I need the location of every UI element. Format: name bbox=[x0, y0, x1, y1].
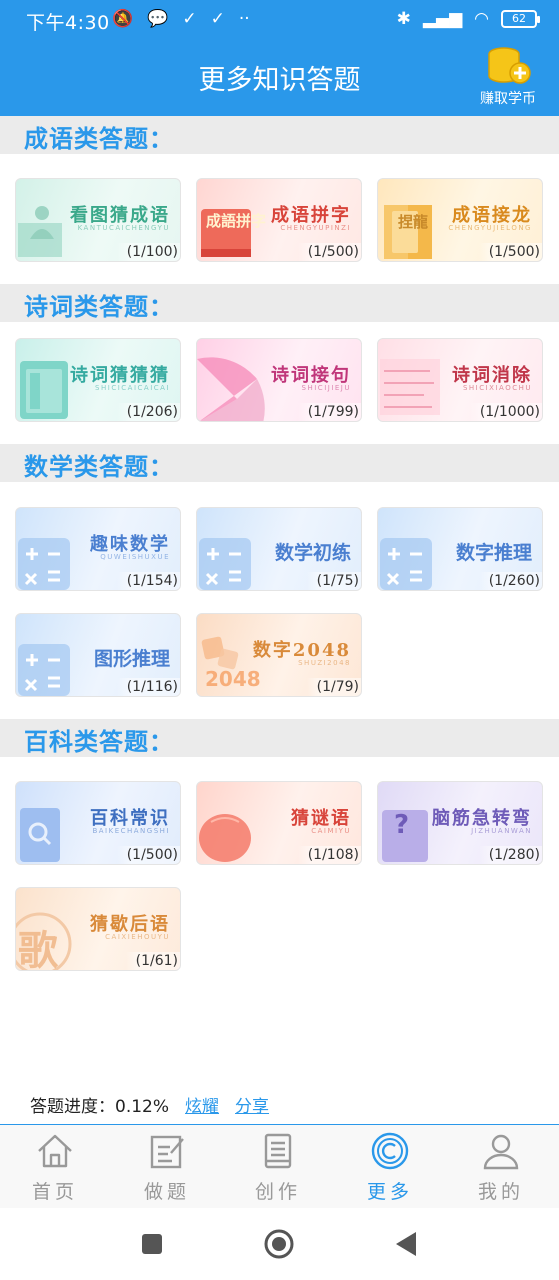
quiz-card-shuzi-tuili[interactable]: 数字推理 (1/260) bbox=[377, 507, 543, 591]
section-title: 成语类答题： bbox=[24, 125, 174, 153]
coin-stack-icon bbox=[488, 47, 531, 84]
more-icon bbox=[371, 1132, 409, 1170]
card-progress-count: (1/154) bbox=[116, 572, 180, 590]
card-progress-count: (1/500) bbox=[297, 243, 361, 261]
more-dots-icon: ·· bbox=[238, 9, 250, 29]
quiz-card-cai-xiehouyu[interactable]: 歌 猜歇后语 CAIXIEHOUYU (1/61) bbox=[15, 887, 181, 971]
quiz-card-shuzi-2048[interactable]: 2048 数字2048 SHUZI2048 (1/79) bbox=[196, 613, 362, 697]
card-subtitle: SHUZI2048 bbox=[298, 659, 351, 667]
card-title: 图形推理 bbox=[93, 648, 170, 670]
section-title: 数学类答题： bbox=[24, 453, 174, 481]
tab-label: 我的 bbox=[477, 1181, 524, 1203]
quiz-card-naojin-jizhuanwan[interactable]: ? 脑筋急转弯 JIZHUANWAN (1/280) bbox=[377, 781, 543, 865]
document-icon bbox=[264, 1133, 292, 1169]
answer-progress: 答题进度：0.12% 炫耀 分享 bbox=[30, 1092, 269, 1117]
edit-icon bbox=[150, 1135, 184, 1169]
chat-icon: 💬 bbox=[147, 9, 169, 29]
card-title: 数学初练 bbox=[274, 542, 351, 564]
quiz-card-quwei-shuxue[interactable]: 趣味数学 QUWEISHUXUE (1/154) bbox=[15, 507, 181, 591]
tab-mine[interactable]: 我的 bbox=[456, 1131, 546, 1204]
section-header-poetry: 诗词类答题： bbox=[0, 284, 559, 322]
card-progress-count: (1/260) bbox=[478, 572, 542, 590]
quiz-card-caimiyu[interactable]: 猜谜语 CAIMIYU (1/108) bbox=[196, 781, 362, 865]
card-art-text: 歌 bbox=[18, 927, 58, 971]
question-mark-icon: ? bbox=[394, 810, 410, 840]
status-bar: 下午4:30 🔕 💬 ✓ ✓ ·· ✱ ▂▄▆ ◠ 62 bbox=[0, 0, 559, 44]
quiz-card-shici-xiaochu[interactable]: 诗词消除 SHICIXIAOCHU (1/1000) bbox=[377, 338, 543, 422]
card-subtitle: CHENGYUPINZI bbox=[280, 224, 351, 232]
quiz-card-jielong[interactable]: 捏龍 成语接龙 CHENGYUJIELONG (1/500) bbox=[377, 178, 543, 262]
card-title: 数字推理 bbox=[455, 542, 532, 564]
card-progress-count: (1/75) bbox=[306, 572, 361, 590]
home-icon bbox=[38, 1134, 72, 1168]
section-title: 百科类答题： bbox=[24, 728, 174, 756]
show-off-link[interactable]: 炫耀 bbox=[185, 1092, 219, 1117]
card-progress-count: (1/206) bbox=[116, 403, 180, 421]
card-progress-count: (1/500) bbox=[116, 846, 180, 864]
top-bar: 下午4:30 🔕 💬 ✓ ✓ ·· ✱ ▂▄▆ ◠ 62 更多知识答题 赚取学币 bbox=[0, 0, 559, 116]
card-progress-count: (1/79) bbox=[306, 678, 361, 696]
card-progress-count: (1/108) bbox=[297, 846, 361, 864]
card-progress-count: (1/799) bbox=[297, 403, 361, 421]
card-subtitle: SHICICAICAICAI bbox=[95, 384, 170, 392]
status-time: 下午4:30 bbox=[26, 12, 110, 34]
battery-icon: 62 bbox=[501, 10, 540, 28]
quiz-card-shici-caicai[interactable]: 诗词猜猜猜 SHICICAICAICAI (1/206) bbox=[15, 338, 181, 422]
tab-practice[interactable]: 做题 bbox=[122, 1131, 212, 1204]
card-subtitle: CAIMIYU bbox=[311, 827, 351, 835]
quiz-card-baike-changshi[interactable]: 百科常识 BAIKECHANGSHI (1/500) bbox=[15, 781, 181, 865]
quiz-card-tuxing-tuili[interactable]: 图形推理 (1/116) bbox=[15, 613, 181, 697]
section-header-math: 数学类答题： bbox=[0, 444, 559, 482]
quiz-card-shuxue-chulian[interactable]: 数学初练 (1/75) bbox=[196, 507, 362, 591]
card-subtitle: JIZHUANWAN bbox=[471, 827, 532, 835]
card-subtitle: CHENGYUJIELONG bbox=[448, 224, 532, 232]
section-header-idiom: 成语类答题： bbox=[0, 116, 559, 154]
quiz-card-shici-jieju[interactable]: 诗词接句 SHICIJIEJU (1/799) bbox=[196, 338, 362, 422]
card-art-text: 成語拼字 bbox=[206, 212, 267, 230]
bluetooth-icon: ✱ bbox=[396, 9, 411, 29]
card-progress-count: (1/280) bbox=[478, 846, 542, 864]
card-subtitle: KANTUCAICHENGYU bbox=[77, 224, 170, 232]
card-progress-count: (1/500) bbox=[478, 243, 542, 261]
tab-more[interactable]: 更多 bbox=[345, 1131, 435, 1204]
tab-label: 更多 bbox=[366, 1181, 413, 1203]
card-progress-count: (1/1000) bbox=[469, 403, 542, 421]
quiz-card-pinzi[interactable]: 成語拼字 成语拼字 CHENGYUPINZI (1/500) bbox=[196, 178, 362, 262]
system-navigation-bar bbox=[0, 1208, 559, 1280]
back-triangle-icon[interactable] bbox=[394, 1230, 418, 1258]
tab-home[interactable]: 首页 bbox=[10, 1131, 100, 1204]
tab-create[interactable]: 创作 bbox=[233, 1131, 323, 1204]
bottom-tab-bar: 首页 做题 创作 更多 我的 bbox=[0, 1124, 559, 1208]
quiz-card-kantu[interactable]: 看图猜成语 KANTUCAICHENGYU (1/100) bbox=[15, 178, 181, 262]
share-link[interactable]: 分享 bbox=[235, 1092, 269, 1117]
home-circle-icon[interactable] bbox=[263, 1228, 295, 1260]
section-header-encyclopedia: 百科类答题： bbox=[0, 719, 559, 757]
download-check-icon-2: ✓ bbox=[210, 9, 225, 29]
tab-label: 首页 bbox=[31, 1181, 78, 1203]
section-title: 诗词类答题： bbox=[24, 293, 174, 321]
earn-coins-button[interactable]: 赚取学币 bbox=[475, 44, 541, 108]
card-progress-count: (1/100) bbox=[116, 243, 180, 261]
card-art-text: 2048 bbox=[205, 667, 261, 691]
card-progress-count: (1/116) bbox=[116, 678, 180, 696]
progress-label: 答题进度：0.12% bbox=[30, 1097, 170, 1117]
signal-icon: ▂▄▆ bbox=[422, 9, 463, 29]
mute-bell-icon: 🔕 bbox=[112, 9, 134, 29]
recent-apps-icon[interactable] bbox=[140, 1232, 164, 1256]
card-progress-count: (1/61) bbox=[125, 952, 180, 970]
card-art-text: 捏龍 bbox=[398, 213, 429, 231]
card-subtitle: QUWEISHUXUE bbox=[100, 553, 170, 561]
card-subtitle: BAIKECHANGSHI bbox=[92, 827, 170, 835]
card-subtitle: SHICIJIEJU bbox=[301, 384, 351, 392]
tab-label: 做题 bbox=[143, 1181, 190, 1203]
download-check-icon: ✓ bbox=[182, 9, 197, 29]
wifi-icon: ◠ bbox=[474, 9, 489, 29]
card-subtitle: CAIXIEHOUYU bbox=[105, 933, 170, 941]
tab-label: 创作 bbox=[254, 1181, 301, 1203]
earn-coins-label: 赚取学币 bbox=[480, 91, 536, 107]
user-icon bbox=[483, 1134, 519, 1170]
card-subtitle: SHICIXIAOCHU bbox=[462, 384, 532, 392]
